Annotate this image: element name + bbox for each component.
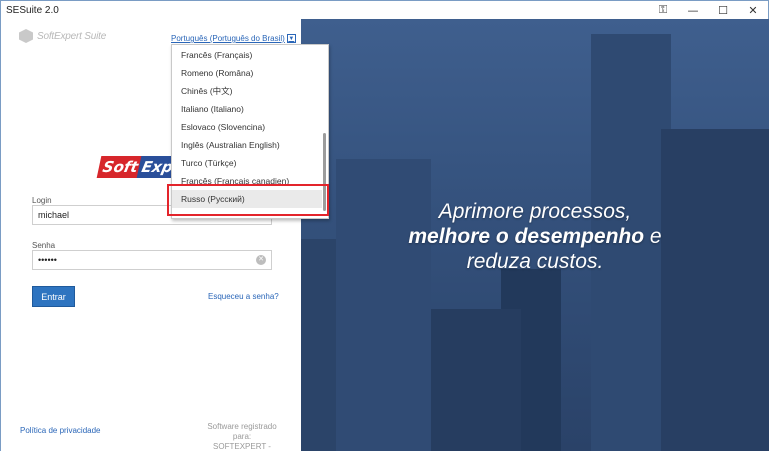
dropdown-item[interactable]: Romeno (Româna) — [172, 64, 322, 82]
hero-line3: reduza custos. — [466, 250, 604, 273]
title-bar: SESuite 2.0 ⚿ — ☐ ✕ — [1, 1, 768, 19]
maximize-icon[interactable]: ☐ — [708, 1, 738, 19]
privacy-link[interactable]: Política de privacidade — [20, 426, 101, 435]
login-panel: SoftExpert Suite Português (Português do… — [1, 19, 329, 451]
brand-header: SoftExpert Suite — [19, 29, 106, 43]
dropdown-item[interactable]: Chinês (中文) — [172, 82, 322, 100]
brand-name: SoftExpert Suite — [37, 30, 107, 42]
key-icon[interactable]: ⚿ — [648, 1, 678, 19]
hero-line2-rest: e — [644, 225, 662, 248]
window-title: SESuite 2.0 — [6, 4, 59, 16]
brand-logo-icon — [19, 29, 33, 43]
window-controls: ⚿ — ☐ ✕ — [648, 1, 768, 19]
hero-tagline: Aprimore processos, melhore o desempenho… — [301, 199, 769, 274]
clear-icon[interactable]: ✕ — [256, 255, 266, 265]
dropdown-item[interactable]: Francês (Français) — [172, 46, 322, 64]
password-field[interactable]: •••••• ✕ — [32, 250, 272, 270]
login-label: Login — [32, 196, 52, 205]
dropdown-item[interactable]: Italiano (Italiano) — [172, 100, 322, 118]
dropdown-item[interactable]: Turco (Türkçe) — [172, 154, 322, 172]
forgot-password-link[interactable]: Esqueceu a senha? — [208, 292, 279, 301]
password-value: •••••• — [38, 255, 57, 265]
app-window: SESuite 2.0 ⚿ — ☐ ✕ SoftExpert Suite Por… — [0, 0, 769, 451]
dropdown-item[interactable]: Eslovaco (Slovencina) — [172, 118, 322, 136]
login-button[interactable]: Entrar — [32, 286, 75, 307]
password-label: Senha — [32, 241, 56, 250]
login-value: michael — [38, 210, 70, 220]
dropdown-item[interactable]: Inglês (Australian English) — [172, 136, 322, 154]
language-selected: Português (Português do Brasil) — [171, 34, 285, 43]
language-select[interactable]: Português (Português do Brasil) ▼ — [171, 34, 296, 43]
hero-line2: melhore o desempenho e — [301, 224, 769, 249]
registration-line1: Software registrado para: — [207, 422, 277, 441]
hero-line1: Aprimore processos, — [438, 200, 632, 223]
hero-line2-bold: melhore o desempenho — [408, 225, 645, 248]
registration-line2: SOFTEXPERT - DEMO — [213, 442, 271, 451]
registration-info: Software registrado para: SOFTEXPERT - D… — [201, 422, 283, 451]
minimize-icon[interactable]: — — [678, 1, 708, 19]
hero-panel: Aprimore processos, melhore o desempenho… — [301, 19, 769, 451]
highlight-box — [167, 184, 329, 216]
building-6 — [431, 309, 521, 451]
building-4 — [661, 129, 769, 451]
close-icon[interactable]: ✕ — [738, 1, 768, 19]
chevron-down-icon[interactable]: ▼ — [286, 34, 296, 43]
